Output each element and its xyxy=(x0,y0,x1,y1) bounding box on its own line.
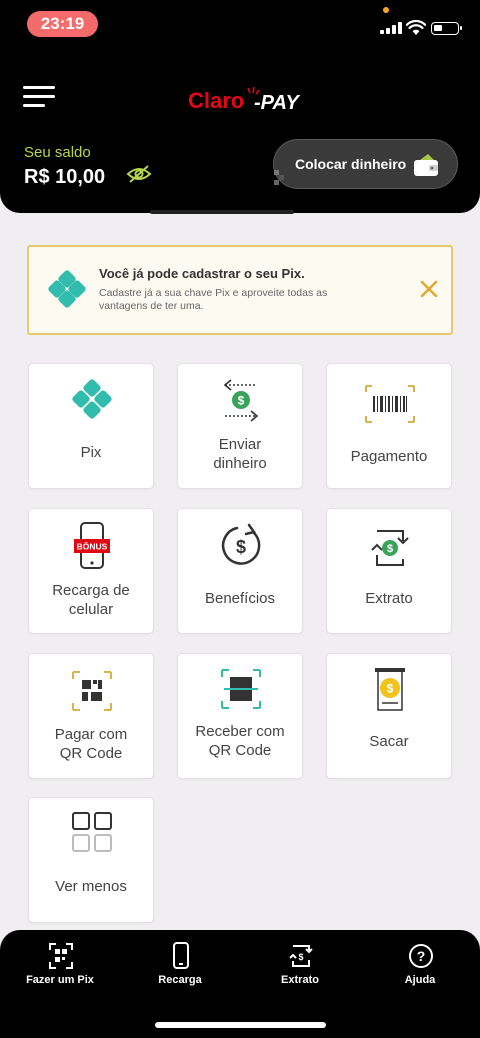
wallet-icon xyxy=(414,154,438,176)
tile-payment[interactable]: Pagamento xyxy=(326,363,452,489)
tile-label: Benefícios xyxy=(204,590,276,607)
statement-icon: $ xyxy=(289,945,313,967)
tile-label: Pix xyxy=(80,444,102,461)
status-time: 23:19 xyxy=(27,11,98,37)
nav-item-recharge[interactable]: Recarga xyxy=(130,940,230,996)
qr-pay-icon xyxy=(72,671,112,711)
banner-title: Você já pode cadastrar o seu Pix. xyxy=(99,266,305,281)
tile-statement[interactable]: $ Extrato xyxy=(326,508,452,634)
svg-text:$: $ xyxy=(387,543,393,555)
svg-text:$: $ xyxy=(298,952,303,962)
privacy-indicator xyxy=(383,7,389,13)
banner-text: Cadastre já a sua chave Pix e aproveite … xyxy=(99,287,328,312)
balance-value: R$ 10,00 xyxy=(24,166,106,188)
tile-label: Sacar xyxy=(369,733,409,750)
qr-scan-icon xyxy=(49,943,73,969)
svg-text:Claro: Claro xyxy=(188,88,244,113)
tile-benefits[interactable]: $ Benefícios xyxy=(177,508,303,634)
tile-pix[interactable]: Pix xyxy=(28,363,154,489)
tile-phone-recharge[interactable]: BÔNUS Recarga de celular xyxy=(28,508,154,634)
benefits-icon: $ xyxy=(221,523,261,565)
status-bar: 23:19 xyxy=(0,0,480,50)
svg-text:$: $ xyxy=(236,537,246,557)
app-header: 23:19 Claro -PAY Seu saldo R$ 10,00 Colo… xyxy=(0,0,480,214)
send-money-icon: $ xyxy=(223,379,259,422)
tile-label: Pagar com QR Code xyxy=(54,726,128,762)
svg-text:$: $ xyxy=(387,682,394,696)
svg-text:?: ? xyxy=(417,948,426,964)
tile-show-less[interactable]: Ver menos xyxy=(28,797,154,923)
nav-label: Recarga xyxy=(158,974,202,986)
nav-item-pix[interactable]: Fazer um Pix xyxy=(10,940,110,996)
withdraw-icon: $ xyxy=(375,668,405,711)
barcode-icon xyxy=(365,385,415,423)
add-money-label: Colocar dinheiro xyxy=(295,156,407,172)
statement-icon: $ xyxy=(371,530,409,566)
tile-label: Recarga de celular xyxy=(52,582,130,618)
claro-pay-logo: Claro -PAY xyxy=(188,86,300,114)
svg-text:-PAY: -PAY xyxy=(254,92,300,114)
bottom-navigation: Fazer um Pix Recarga $ Extrato ? Ajuda xyxy=(0,930,480,1038)
nav-label: Ajuda xyxy=(404,974,436,986)
pix-icon xyxy=(72,379,112,419)
nav-label: Fazer um Pix xyxy=(26,974,94,986)
tile-send-money[interactable]: $ Enviar dinheiro xyxy=(177,363,303,489)
balance-label: Seu saldo xyxy=(24,144,91,161)
tile-qr-pay[interactable]: Pagar com QR Code xyxy=(28,653,154,779)
battery-icon xyxy=(431,22,462,35)
tile-label: Receber com QR Code xyxy=(195,723,285,759)
tile-withdraw[interactable]: $ Sacar xyxy=(326,653,452,779)
nav-item-help[interactable]: ? Ajuda xyxy=(370,940,470,996)
add-money-button[interactable]: Colocar dinheiro xyxy=(273,139,458,189)
phone-recharge-icon: BÔNUS xyxy=(74,522,110,569)
home-indicator xyxy=(155,1022,326,1028)
header-handle xyxy=(150,210,294,214)
qr-receive-icon xyxy=(221,669,261,709)
close-icon[interactable] xyxy=(417,277,441,301)
nav-label: Extrato xyxy=(281,974,319,986)
pix-icon xyxy=(48,270,86,308)
tile-label: Pagamento xyxy=(350,448,428,465)
menu-button[interactable] xyxy=(23,86,55,110)
tile-label: Extrato xyxy=(365,590,413,607)
hide-balance-eye-icon[interactable] xyxy=(126,163,152,185)
help-icon: ? xyxy=(409,944,433,968)
grid-icon xyxy=(72,812,112,852)
pattern-decoration xyxy=(274,170,284,185)
svg-text:$: $ xyxy=(238,394,245,408)
nav-item-statement[interactable]: $ Extrato xyxy=(250,940,350,996)
phone-icon xyxy=(173,942,189,969)
tile-label: Enviar dinheiro xyxy=(213,436,267,472)
pix-banner: Você já pode cadastrar o seu Pix. Cadast… xyxy=(27,245,453,335)
bonus-badge: BÔNUS xyxy=(77,541,108,552)
wifi-icon xyxy=(406,20,426,35)
tile-qr-receive[interactable]: Receber com QR Code xyxy=(177,653,303,779)
signal-icon xyxy=(380,22,402,34)
tile-label: Ver menos xyxy=(55,878,127,895)
